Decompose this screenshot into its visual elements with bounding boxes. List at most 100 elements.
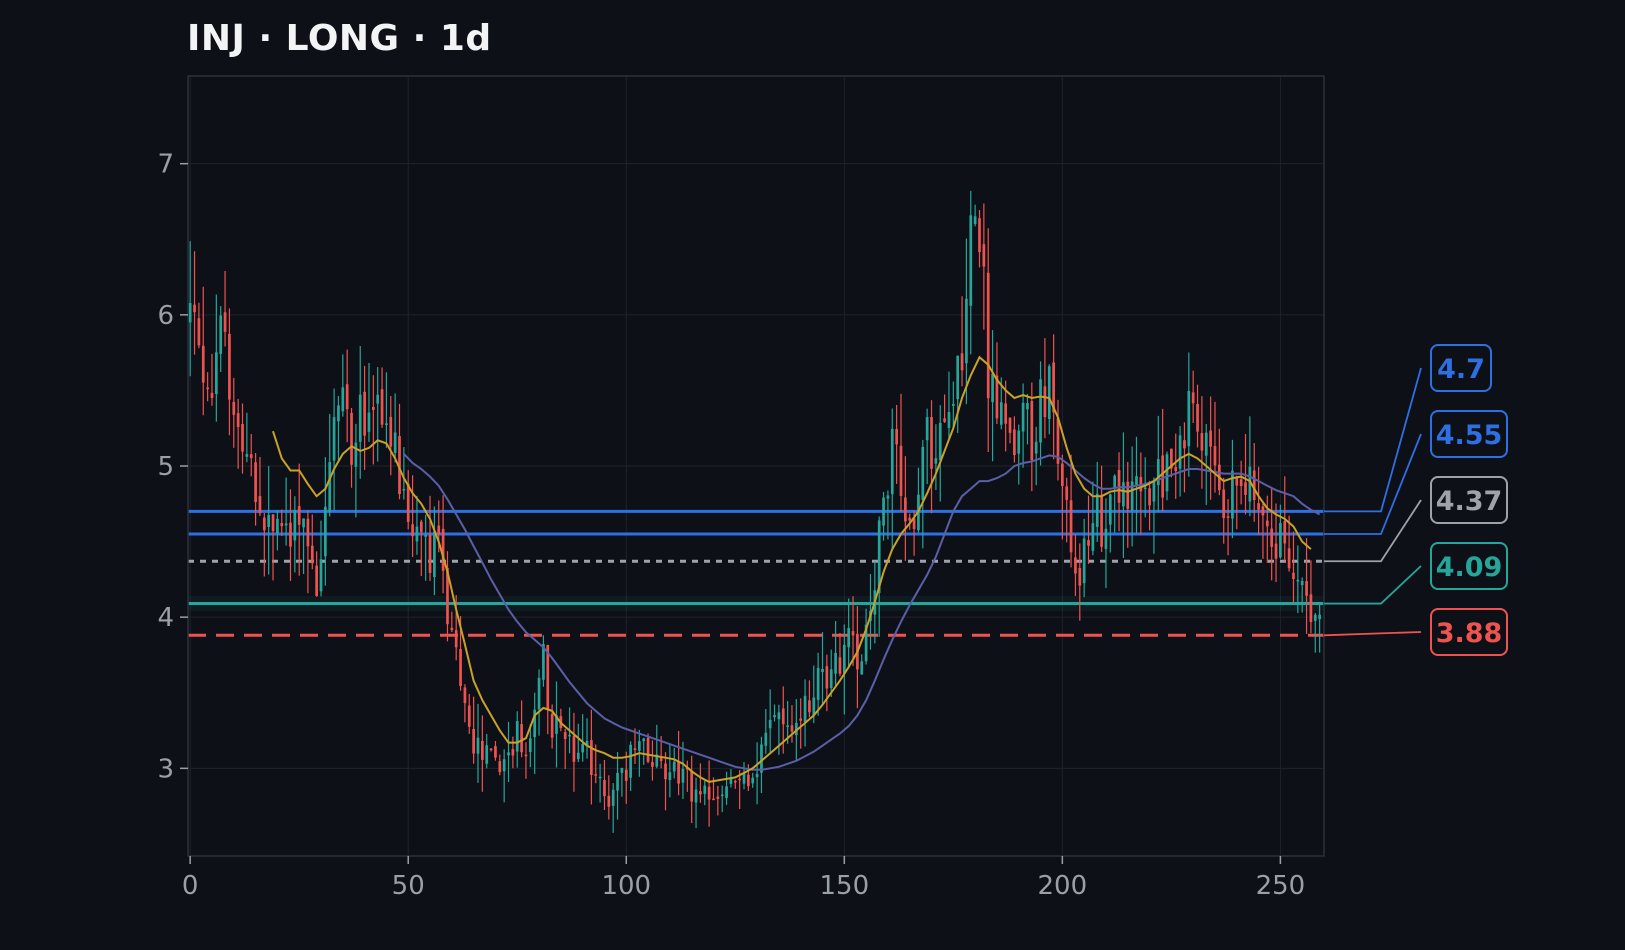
candle-body	[1126, 481, 1130, 509]
x-tick-label: 0	[182, 871, 199, 901]
candle-body	[1204, 432, 1208, 456]
candle-body	[1274, 543, 1278, 559]
candle-body	[633, 748, 637, 751]
candle-body	[1074, 557, 1077, 574]
candle-body	[289, 522, 292, 547]
candle-body	[389, 416, 393, 447]
candle-body	[324, 506, 327, 557]
candle-body	[1043, 386, 1047, 418]
candle-body	[1213, 446, 1217, 466]
candle-body	[358, 394, 362, 442]
candle-body	[694, 789, 698, 803]
candle-body	[1104, 528, 1108, 549]
candle-body	[419, 521, 423, 533]
candle-body	[572, 735, 576, 762]
candle-body	[1082, 538, 1086, 584]
candle-body	[280, 522, 284, 527]
candle-body	[1017, 430, 1021, 454]
candle-body	[1178, 435, 1182, 469]
candle-body	[376, 394, 380, 404]
candle-body	[258, 496, 262, 514]
candle-body	[751, 777, 755, 784]
chart-svg: 0 50 100 150 200 250 3 4 5 6 7 4.7 4.55 4.37 4.09 3.88	[157, 75, 1508, 901]
candle-body	[1156, 459, 1160, 485]
candle-body	[624, 769, 628, 781]
candle-body	[1060, 463, 1064, 487]
candle-body	[790, 725, 794, 732]
candle-body	[773, 715, 776, 718]
level-label-4.55: 4.55	[1436, 420, 1503, 451]
x-tick-label: 150	[819, 871, 869, 901]
candle-body	[1021, 402, 1025, 432]
candle-body	[249, 454, 253, 459]
candle-body	[502, 759, 506, 772]
candle-body	[965, 298, 968, 364]
candle-body	[1039, 379, 1042, 443]
ma-slow-line	[403, 453, 1321, 771]
candle-body	[254, 462, 257, 503]
chart-root: INJ · LONG · 1d 0 50 100 150 200 250 3 4 5 6 7 4.7…	[0, 0, 1625, 950]
candle-body	[267, 515, 271, 527]
candle-body	[672, 761, 676, 772]
level-label-4.7: 4.7	[1437, 354, 1485, 385]
candle-body	[842, 644, 846, 674]
candle-body	[747, 774, 750, 787]
candle-body	[1108, 494, 1112, 525]
candle-body	[1318, 614, 1321, 620]
candle-body	[1313, 614, 1317, 621]
candle-body	[899, 445, 903, 496]
candle-body	[354, 442, 358, 467]
candle-body	[568, 734, 571, 737]
candle-body	[707, 786, 711, 800]
candle-body	[799, 718, 803, 721]
candle-body	[380, 389, 384, 425]
candle-body	[999, 402, 1003, 425]
candle-body	[969, 215, 973, 306]
candle-body	[882, 497, 885, 526]
candle-body	[1065, 486, 1069, 500]
candle-body	[485, 745, 489, 764]
candle-body	[616, 772, 619, 791]
candle-body	[472, 728, 475, 754]
candle-body	[1091, 523, 1095, 551]
candle-body	[834, 652, 837, 674]
candle-body	[197, 318, 201, 346]
candle-body	[232, 401, 236, 415]
grid	[188, 76, 1324, 856]
candle-body	[733, 780, 737, 783]
candle-body	[598, 776, 602, 779]
candle-body	[1143, 487, 1147, 490]
candle-body	[371, 406, 375, 410]
candle-body	[511, 749, 515, 756]
candle-body	[938, 422, 942, 461]
candle-body	[703, 785, 707, 794]
candle-body	[646, 737, 650, 762]
candle-body	[476, 737, 480, 754]
candle-body	[332, 417, 336, 461]
candle-body	[1200, 433, 1204, 451]
candle-body	[611, 789, 615, 806]
x-tick-label: 250	[1256, 871, 1306, 901]
candle-body	[973, 216, 977, 224]
candle-body	[1283, 521, 1287, 544]
candle-body	[494, 746, 497, 758]
candle-body	[908, 517, 912, 521]
candle-body	[768, 719, 772, 729]
candle-body	[629, 744, 632, 778]
candle-body	[1239, 479, 1243, 487]
candle-body	[637, 741, 641, 751]
candle-body	[1296, 579, 1300, 582]
candle-body	[576, 752, 580, 760]
level-label-4.37: 4.37	[1436, 486, 1503, 517]
candle-body	[528, 738, 532, 752]
candle-body	[808, 700, 811, 713]
candle-body	[1095, 493, 1099, 527]
candle-body	[454, 630, 458, 648]
candle-body	[1183, 440, 1186, 449]
candle-body	[1030, 401, 1034, 461]
candle-body	[1113, 475, 1117, 489]
candle-body	[214, 352, 218, 394]
candle-body	[210, 392, 214, 398]
candle-body	[481, 741, 484, 760]
candle-body	[433, 531, 436, 578]
